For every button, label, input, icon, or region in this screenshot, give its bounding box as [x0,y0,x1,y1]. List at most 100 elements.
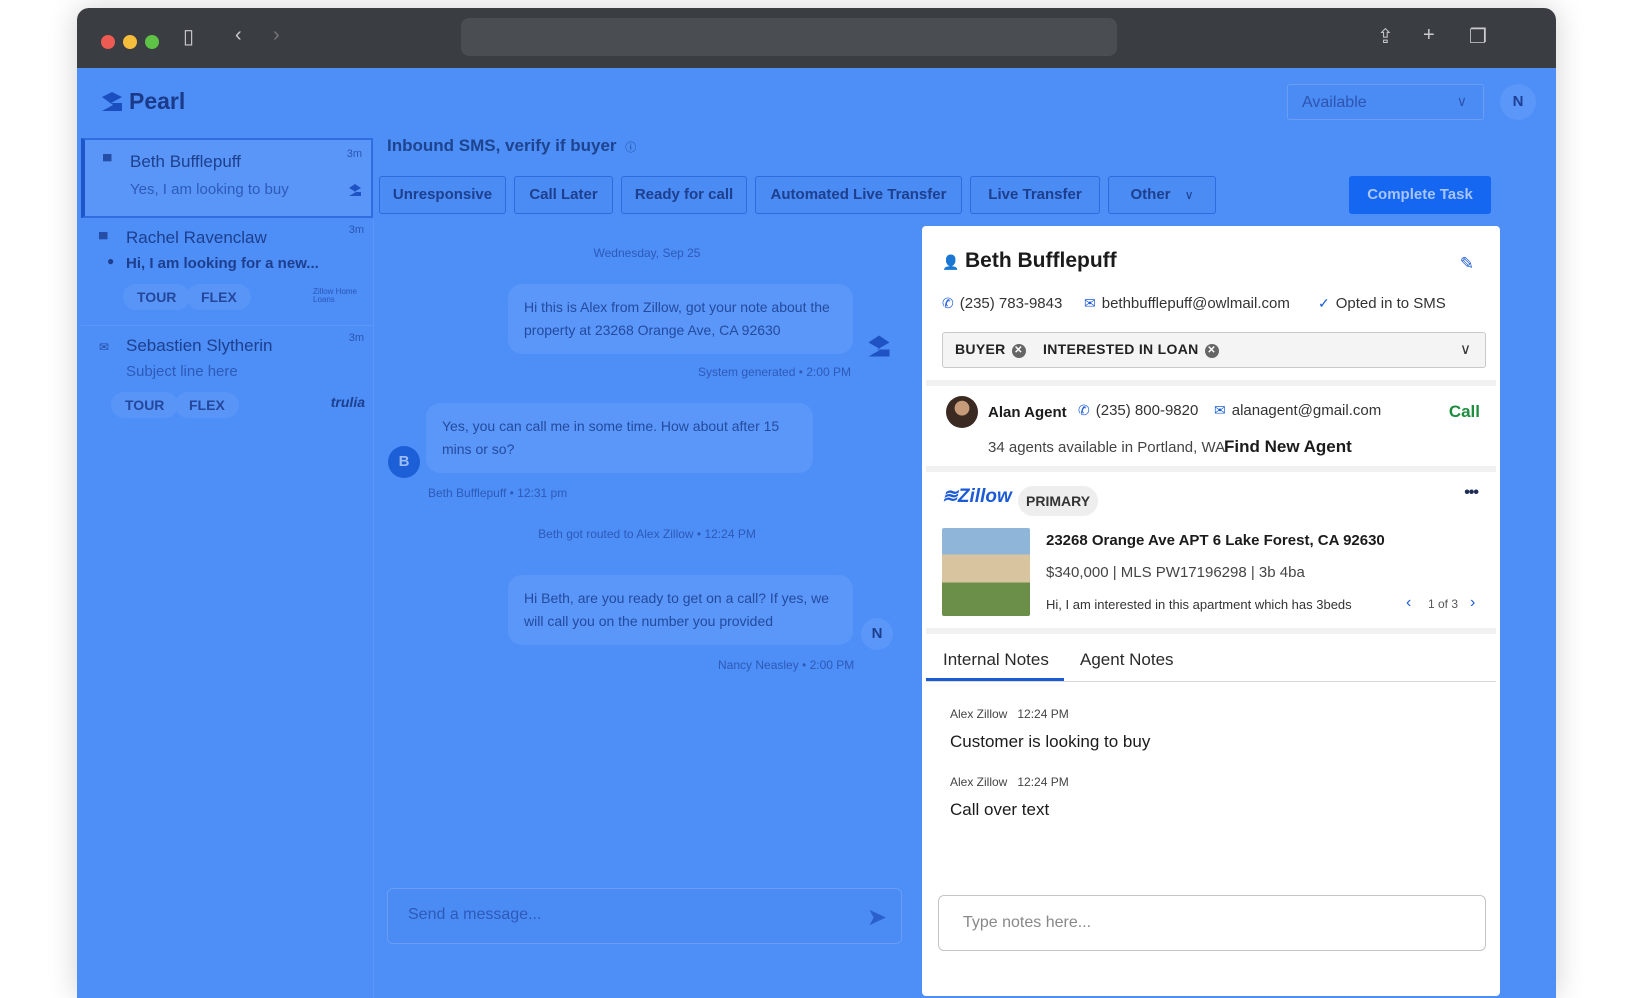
next-icon[interactable]: › [1470,594,1475,612]
agent-email[interactable]: ✉ alanagent@gmail.com [1214,402,1381,419]
send-icon[interactable]: ➤ [867,903,887,932]
other-dropdown[interactable]: Other ∨ [1108,176,1216,214]
conversation-time: 3m [348,224,364,236]
ready-for-call-button[interactable]: Ready for call [621,176,747,214]
tag-pill: FLEX [187,284,251,310]
check-circle-icon: ✓ [1318,295,1330,311]
chevron-down-icon[interactable]: ∨ [1460,340,1471,358]
contact-phone[interactable]: ✆ (235) 783-9843 [942,295,1062,312]
back-icon[interactable]: ‹ [235,24,242,47]
phone-icon: ✆ [942,295,954,311]
sms-status-text: Opted in to SMS [1335,295,1446,312]
conversation-item[interactable]: ▀ Beth Bufflepuff 3m Yes, I am looking t… [81,138,373,218]
conversation-preview: Yes, I am looking to buy [130,181,289,198]
source-logo: Zillow Home Loans [313,287,358,304]
forward-icon[interactable]: › [273,24,280,47]
routing-notice: Beth got routed to Alex Zillow • 12:24 P… [538,527,756,541]
minimize-window-button[interactable] [123,35,137,49]
tag-interested-in-loan: INTERESTED IN LOAN ✕ [1043,341,1219,358]
date-separator: Wednesday, Sep 25 [593,246,701,260]
email-icon: ✉ [1084,295,1096,311]
zillow-logo-icon: ≋ [942,486,958,507]
share-icon[interactable]: ⇪ [1377,24,1394,49]
email-icon: ✉ [99,340,110,354]
tag-selector[interactable]: BUYER ✕ INTERESTED IN LOAN ✕ ∨ [942,332,1486,368]
task-title-text: Inbound SMS, verify if buyer [387,136,617,155]
conversation-time: 3m [346,148,362,160]
note-author: Alex Zillow [950,775,1008,789]
new-tab-icon[interactable]: + [1423,24,1435,47]
agent-avatar [946,396,978,428]
agent-phone[interactable]: ✆ (235) 800-9820 [1078,402,1198,419]
note-time: 12:24 PM [1017,775,1069,789]
conversation-time: 3m [348,332,364,344]
phone-icon: ✆ [1078,402,1090,418]
edit-icon[interactable]: ✎ [1460,254,1474,274]
tag-loan-label: INTERESTED IN LOAN [1043,341,1199,357]
note-author: Alex Zillow [950,707,1008,721]
tab-internal-notes[interactable]: Internal Notes [943,650,1049,670]
property-address: 23268 Orange Ave APT 6 Lake Forest, CA 9… [1046,532,1385,549]
chevron-down-icon: ∨ [1184,188,1194,202]
conversation-name: Beth Bufflepuff [130,152,241,171]
conversation-list: ▀ Beth Bufflepuff 3m Yes, I am looking t… [81,138,373,434]
conversation-item[interactable]: ▀ Rachel Ravenclaw 3m ● Hi, I am looking… [81,218,373,326]
agent-availability: 34 agents available in Portland, WA [988,439,1226,456]
info-icon[interactable]: ⓘ [625,142,636,154]
note-time: 12:24 PM [1017,707,1069,721]
message-input[interactable]: Send a message... ➤ [387,888,902,944]
person-icon: 👤 [942,254,960,270]
remove-tag-icon[interactable]: ✕ [1011,344,1026,358]
section-divider [926,628,1496,634]
conversation-preview: Hi, I am looking for a new... [126,255,319,272]
more-options-icon[interactable]: ••• [1464,484,1479,502]
primary-badge: PRIMARY [1018,486,1099,516]
browser-toolbar: ▯ ‹ › ⇪ + ❐ [77,8,1556,68]
conversation-item[interactable]: ✉ Sebastien Slytherin 3m Subject line he… [81,326,373,434]
message-bubble: Hi Beth, are you ready to get on a call?… [508,575,853,645]
maximize-window-button[interactable] [145,35,159,49]
call-later-button[interactable]: Call Later [514,176,613,214]
find-new-agent-button[interactable]: Find New Agent [1224,437,1352,457]
automated-live-transfer-button[interactable]: Automated Live Transfer [755,176,962,214]
notes-input[interactable]: Type notes here... [938,895,1486,951]
tag-pill: TOUR [111,392,179,418]
sms-status: ✓ Opted in to SMS [1318,295,1446,312]
unresponsive-button[interactable]: Unresponsive [379,176,506,214]
listing-source: Zillow [957,486,1012,507]
live-transfer-button[interactable]: Live Transfer [970,176,1100,214]
chat-icon: ▀ [99,232,108,246]
note-meta: Alex Zillow 12:24 PM [950,775,1069,789]
contact-email[interactable]: ✉ bethbufflepuff@owlmail.com [1084,295,1290,312]
tabs-overview-icon[interactable]: ❐ [1469,24,1487,49]
address-bar[interactable] [461,18,1117,56]
availability-value: Available [1302,94,1367,111]
tag-pill: TOUR [123,284,191,310]
pearl-app: Pearl Available ∨ N ▀ Beth Bufflepuff 3m… [77,68,1556,998]
zillow-logo: ≋Zillow [942,485,1012,508]
tag-buyer-label: BUYER [955,341,1006,357]
tabs-divider [926,681,1496,682]
user-avatar[interactable]: N [1500,84,1536,120]
remove-tag-icon[interactable]: ✕ [1204,344,1219,358]
previous-icon[interactable]: ‹ [1406,594,1411,612]
property-details: $340,000 | MLS PW17196298 | 3b 4ba [1046,564,1305,581]
zillow-icon [868,335,890,357]
call-agent-button[interactable]: Call [1449,402,1480,422]
note-text: Customer is looking to buy [950,732,1151,751]
chat-icon: ▀ [103,154,112,168]
note-meta: Alex Zillow 12:24 PM [950,707,1069,721]
sender-avatar: N [861,618,893,650]
section-divider [926,466,1496,472]
tab-agent-notes[interactable]: Agent Notes [1080,650,1174,670]
message-meta: System generated • 2:00 PM [698,365,851,379]
availability-select[interactable]: Available ∨ [1287,84,1484,120]
complete-task-button[interactable]: Complete Task [1349,176,1491,214]
property-photo[interactable] [942,528,1030,616]
tag-buyer: BUYER ✕ [955,341,1026,358]
close-window-button[interactable] [101,35,115,49]
tag-pill: FLEX [175,392,239,418]
section-divider [926,380,1496,386]
agent-name: Alan Agent [988,404,1067,421]
sidebar-toggle-icon[interactable]: ▯ [183,24,194,49]
